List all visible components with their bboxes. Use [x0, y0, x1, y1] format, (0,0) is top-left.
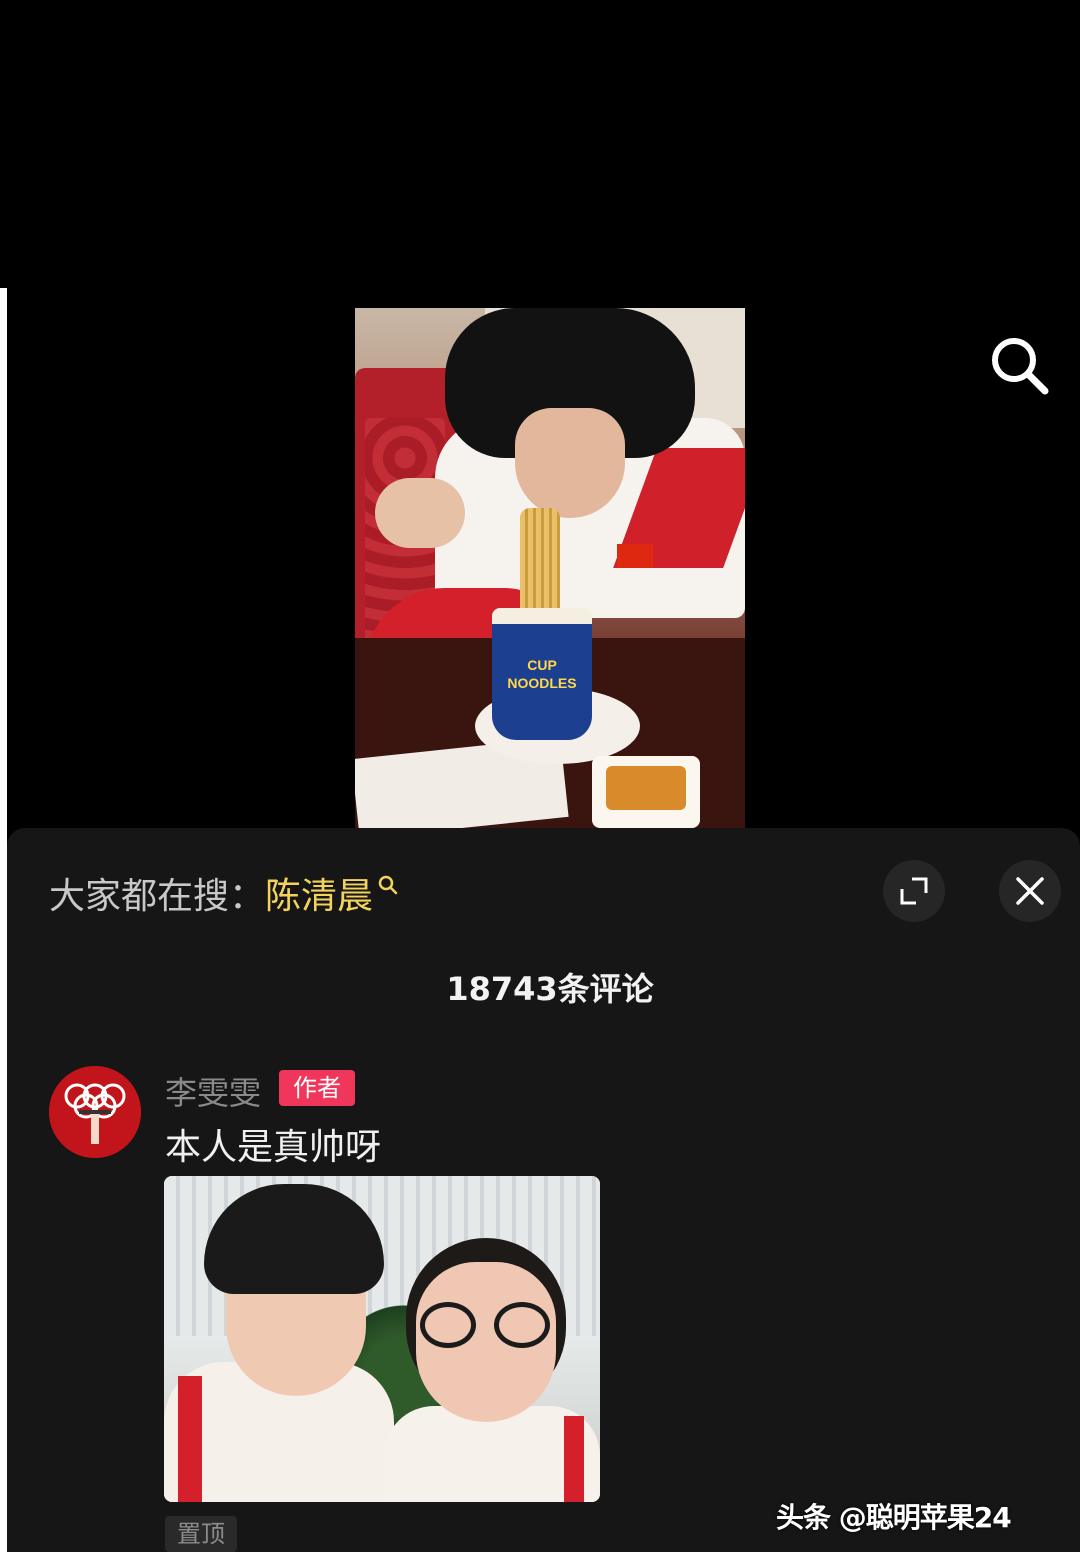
close-button[interactable] — [999, 860, 1061, 922]
comment-photo[interactable] — [164, 1176, 600, 1502]
video-frame[interactable]: CUP NOODLES — [355, 308, 745, 828]
comment-username[interactable]: 李雯雯 — [165, 1068, 261, 1114]
trending-search-row[interactable]: 大家都在搜： 陈清晨 — [49, 868, 399, 918]
expand-button[interactable] — [883, 860, 945, 922]
video-cup-label: CUP NOODLES — [507, 657, 577, 691]
video-person-face — [515, 408, 625, 518]
magnifier-icon — [378, 875, 398, 895]
watermark: 头条 @聪明苹果24 — [776, 1501, 1012, 1534]
photo-person-left-stripe — [178, 1376, 202, 1502]
trending-search-term[interactable]: 陈清晨 — [265, 867, 373, 919]
photo-glasses-right — [494, 1302, 550, 1348]
expand-icon — [900, 877, 928, 905]
author-badge: 作者 — [279, 1070, 355, 1106]
left-edge-strip — [0, 288, 7, 1552]
avatar[interactable] — [49, 1066, 141, 1158]
olympic-rings-icon — [49, 1066, 141, 1158]
photo-person-right-stripe — [564, 1416, 584, 1502]
comment-text: 本人是真帅呀 — [165, 1127, 382, 1168]
photo-glasses-left — [420, 1302, 476, 1348]
video-tart — [592, 756, 700, 828]
video-flag — [617, 544, 653, 568]
trending-search-prefix: 大家都在搜： — [49, 876, 266, 917]
search-icon[interactable] — [987, 333, 1051, 397]
comment-count: 18743条评论 — [446, 970, 654, 1008]
video-noodles — [520, 508, 560, 620]
comment-item: 李雯雯 作者 本人是真帅呀 置顶 — [7, 1060, 1080, 1552]
comments-panel: 大家都在搜： 陈清晨 18743条评论 李雯雯 作者 本人是真帅呀 置顶 — [7, 828, 1080, 1552]
pinned-tag: 置顶 — [165, 1516, 237, 1552]
video-hand — [375, 478, 465, 548]
close-icon — [1016, 877, 1044, 905]
